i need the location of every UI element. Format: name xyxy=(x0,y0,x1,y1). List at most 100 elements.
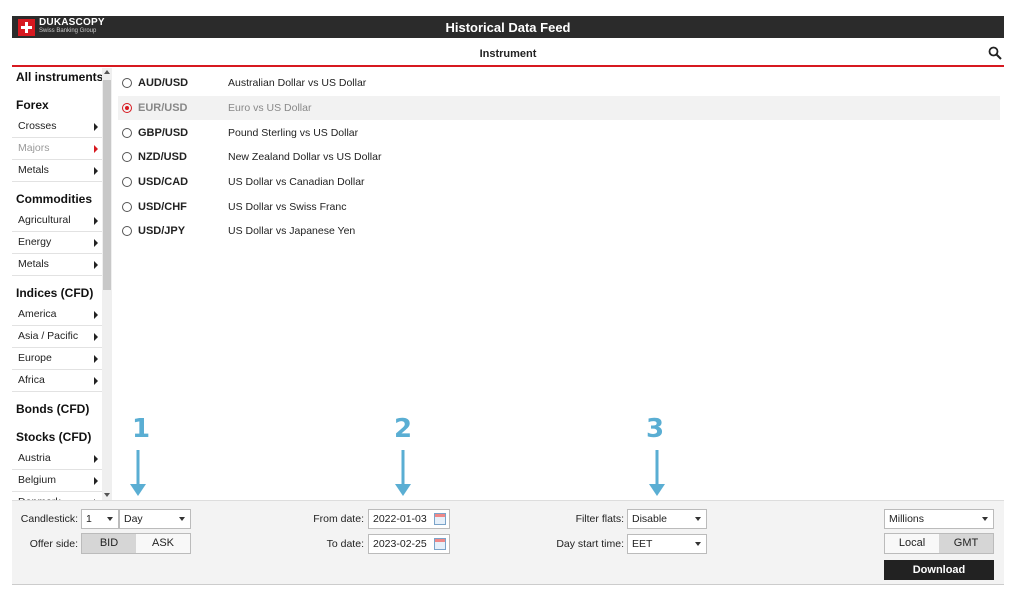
all-instruments-item[interactable]: All instruments xyxy=(12,68,104,88)
calendar-icon[interactable] xyxy=(434,513,446,525)
annotation-arrow-3 xyxy=(649,450,665,496)
candlestick-count-value: 1 xyxy=(86,513,92,525)
instrument-symbol: GBP/USD xyxy=(138,126,189,139)
sidebar-item-label: Crosses xyxy=(18,120,57,132)
download-options-panel: Candlestick: 1 Day Offer side: BID ASK F… xyxy=(12,500,1004,585)
day-start-label: Day start time: xyxy=(556,538,624,550)
radio-button[interactable] xyxy=(122,127,132,138)
candlestick-period-select[interactable]: Day xyxy=(119,509,191,529)
sidebar-item-metals[interactable]: Metals xyxy=(12,254,104,276)
to-date-input[interactable]: 2023-02-25 xyxy=(368,534,450,554)
offer-side-toggle[interactable]: BID ASK xyxy=(81,533,191,554)
sidebar-item-africa[interactable]: Africa xyxy=(12,370,104,392)
instrument-row[interactable]: USD/CHF US Dollar vs Swiss Franc xyxy=(118,194,1000,219)
candlestick-period-value: Day xyxy=(124,513,143,525)
instrument-symbol: NZD/USD xyxy=(138,151,187,164)
sidebar-section-title[interactable]: Commodities xyxy=(12,188,104,210)
category-sidebar: All instruments Forex Crosses Majors Metals C… xyxy=(12,68,114,500)
candlestick-count-select[interactable]: 1 xyxy=(81,509,119,529)
sidebar-item-label: Energy xyxy=(18,236,52,248)
download-button[interactable]: Download xyxy=(884,560,994,580)
instrument-row[interactable]: GBP/USD Pound Sterling vs US Dollar xyxy=(118,120,1000,145)
sidebar-item-america[interactable]: America xyxy=(12,304,104,326)
instrument-description: US Dollar vs Swiss Franc xyxy=(228,200,347,213)
sidebar-item-agricultural[interactable]: Agricultural xyxy=(12,210,104,232)
chevron-down-icon xyxy=(695,517,701,521)
sidebar-section-title[interactable]: Stocks (CFD) xyxy=(12,426,104,448)
radio-button[interactable] xyxy=(122,78,132,89)
gmt-button[interactable]: GMT xyxy=(939,534,993,553)
filter-flats-label: Filter flats: xyxy=(575,513,624,525)
instrument-row[interactable]: USD/CAD US Dollar vs Canadian Dollar xyxy=(118,170,1000,195)
offer-side-label: Offer side: xyxy=(29,538,78,550)
to-date-value: 2023-02-25 xyxy=(373,538,427,550)
sidebar-item-europe[interactable]: Europe xyxy=(12,348,104,370)
instrument-row[interactable]: NZD/USD New Zealand Dollar vs US Dollar xyxy=(118,145,1000,170)
local-button[interactable]: Local xyxy=(885,534,939,553)
radio-button[interactable] xyxy=(122,201,132,212)
from-date-label: From date: xyxy=(313,513,364,525)
chevron-down-icon xyxy=(107,517,113,521)
ask-button[interactable]: ASK xyxy=(136,534,190,553)
sidebar-item-label: Majors xyxy=(18,142,50,154)
radio-button[interactable] xyxy=(122,177,132,188)
sidebar-section-title[interactable]: Bonds (CFD) xyxy=(12,398,104,420)
scroll-thumb[interactable] xyxy=(103,80,111,290)
app-title: Historical Data Feed xyxy=(445,20,571,35)
annotation-number-1: 1 xyxy=(132,414,151,444)
chevron-right-icon xyxy=(94,333,98,341)
volume-units-select[interactable]: Millions xyxy=(884,509,994,529)
timezone-toggle[interactable]: Local GMT xyxy=(884,533,994,554)
filter-flats-select[interactable]: Disable xyxy=(627,509,707,529)
volume-units-value: Millions xyxy=(889,513,925,525)
radio-button[interactable] xyxy=(122,152,132,163)
chevron-right-icon xyxy=(94,167,98,175)
from-date-value: 2022-01-03 xyxy=(373,513,427,525)
instrument-symbol: EUR/USD xyxy=(138,102,188,115)
sidebar-item-energy[interactable]: Energy xyxy=(12,232,104,254)
category-list: All instruments Forex Crosses Majors Metals C… xyxy=(12,68,104,500)
sidebar-item-label: Asia / Pacific xyxy=(18,330,79,342)
chevron-down-icon xyxy=(695,542,701,546)
scroll-up-icon[interactable] xyxy=(104,70,110,74)
scroll-down-icon[interactable] xyxy=(104,493,110,497)
sidebar-item-majors[interactable]: Majors xyxy=(12,138,104,160)
from-date-input[interactable]: 2022-01-03 xyxy=(368,509,450,529)
filter-flats-value: Disable xyxy=(632,513,668,525)
bid-button[interactable]: BID xyxy=(82,534,136,553)
instrument-description: US Dollar vs Canadian Dollar xyxy=(228,176,365,189)
instrument-symbol: USD/CAD xyxy=(138,176,189,189)
sidebar-item-label: Austria xyxy=(18,452,51,464)
sidebar-item-belgium[interactable]: Belgium xyxy=(12,470,104,492)
radio-button[interactable] xyxy=(122,103,132,114)
sidebar-item-asia-pacific[interactable]: Asia / Pacific xyxy=(12,326,104,348)
instrument-description: US Dollar vs Japanese Yen xyxy=(228,225,356,238)
app-root: DUKASCOPY Swiss Banking Group Historical… xyxy=(0,0,1024,607)
instrument-description: New Zealand Dollar vs US Dollar xyxy=(228,151,382,164)
radio-button[interactable] xyxy=(122,226,132,237)
search-icon[interactable] xyxy=(988,46,1002,60)
sidebar-item-crosses[interactable]: Crosses xyxy=(12,116,104,138)
calendar-icon[interactable] xyxy=(434,538,446,550)
sidebar-item-denmark[interactable]: Denmark xyxy=(12,492,104,500)
chevron-right-icon xyxy=(94,239,98,247)
instrument-description: Australian Dollar vs US Dollar xyxy=(228,77,367,90)
annotation-arrow-1 xyxy=(130,450,146,496)
sidebar-scrollbar[interactable] xyxy=(102,68,112,500)
instrument-row[interactable]: USD/JPY US Dollar vs Japanese Yen xyxy=(118,219,1000,244)
chevron-down-icon xyxy=(982,517,988,521)
sidebar-section-title[interactable]: Forex xyxy=(12,94,104,116)
instrument-row[interactable]: EUR/USD Euro vs US Dollar xyxy=(118,95,1000,121)
chevron-down-icon xyxy=(179,517,185,521)
day-start-value: EET xyxy=(632,538,653,550)
instrument-list: AUD/USD Australian Dollar vs US Dollar EUR… xyxy=(118,71,1000,244)
annotation-arrow-2 xyxy=(395,450,411,496)
sidebar-section-title[interactable]: Indices (CFD) xyxy=(12,282,104,304)
instrument-symbol: AUD/USD xyxy=(138,77,189,90)
instrument-row[interactable]: AUD/USD Australian Dollar vs US Dollar xyxy=(118,71,1000,96)
day-start-select[interactable]: EET xyxy=(627,534,707,554)
sidebar-item-austria[interactable]: Austria xyxy=(12,448,104,470)
annotation-number-2: 2 xyxy=(394,414,413,444)
sidebar-item-label: Metals xyxy=(18,164,49,176)
sidebar-item-metals[interactable]: Metals xyxy=(12,160,104,182)
